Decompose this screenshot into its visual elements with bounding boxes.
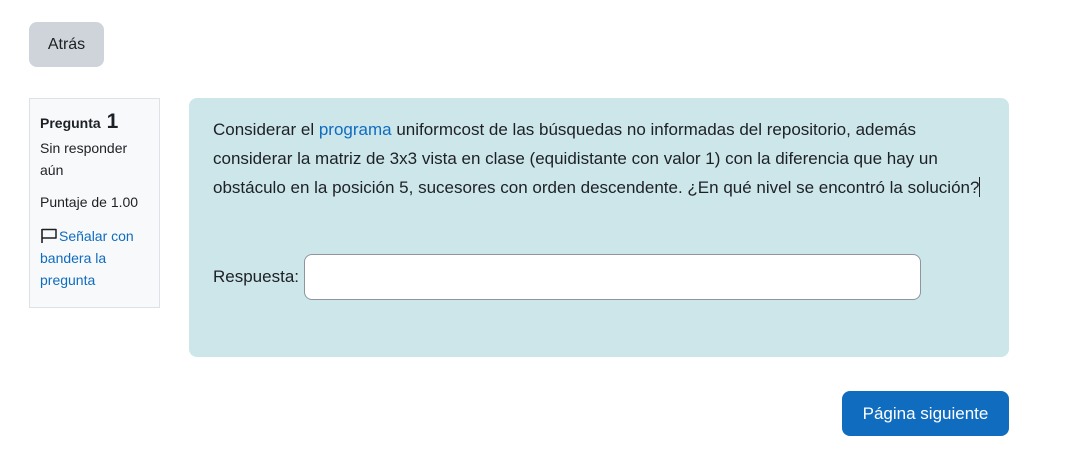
question-grade: Puntaje de 1.00 [40,194,139,210]
question-text: Considerar el programa uniformcost de la… [213,115,985,202]
next-page-button[interactable]: Página siguiente [842,391,1009,436]
question-info-panel: Pregunta 1 Sin responder aún Puntaje de … [29,98,160,308]
flag-question-link[interactable]: Señalar con bandera la pregunta [40,225,151,291]
text-cursor [979,177,981,197]
question-word: Pregunta [40,115,101,131]
answer-row: Respuesta: [213,254,921,300]
answer-label: Respuesta: [213,267,299,286]
program-link[interactable]: programa [319,120,392,139]
back-button[interactable]: Atrás [29,22,104,67]
question-heading: Pregunta 1 [40,111,151,134]
question-content: Considerar el programa uniformcost de la… [189,98,1009,357]
answer-input[interactable] [304,254,921,300]
question-number: 1 [106,110,119,133]
question-text-start: Considerar el [213,120,319,139]
flag-icon [41,228,57,243]
question-status: Sin responder aún [40,140,128,178]
